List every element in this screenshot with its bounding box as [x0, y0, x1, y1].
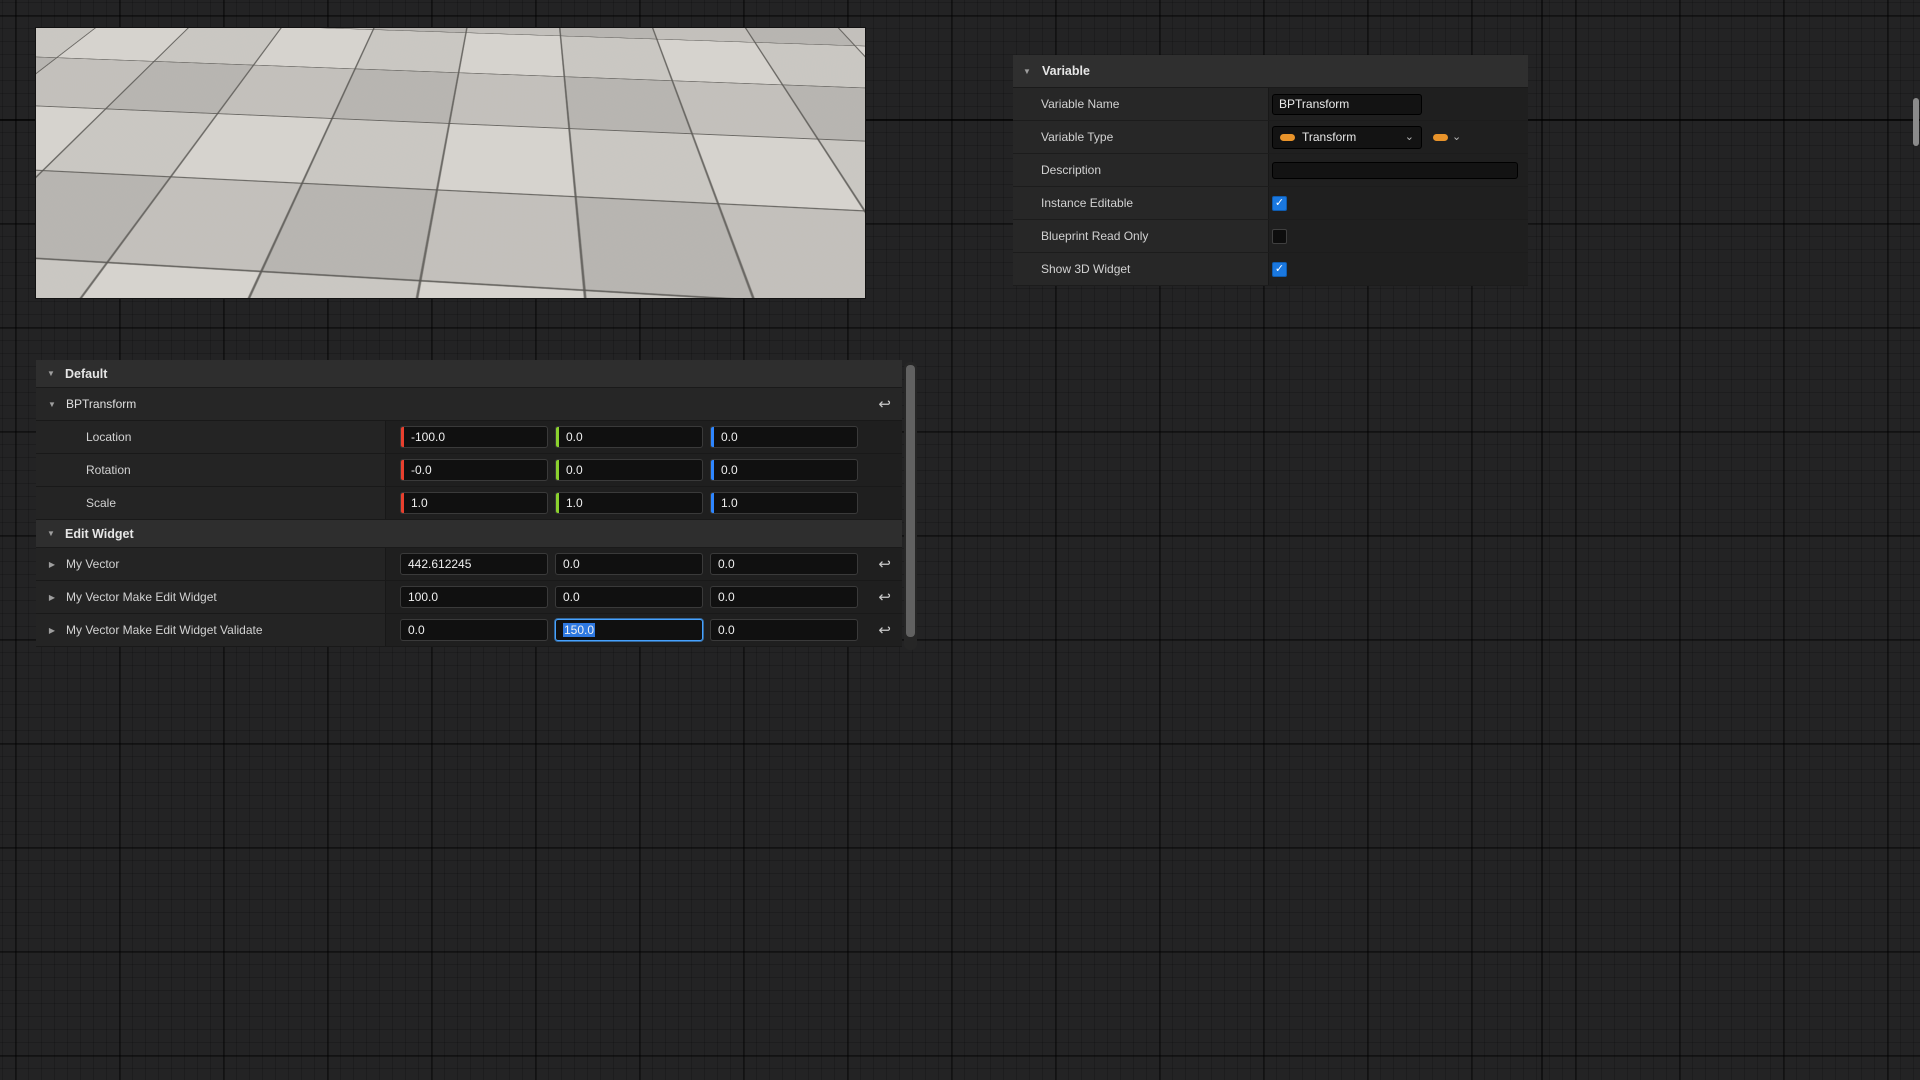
section-header-edit-widget[interactable]: ▼ Edit Widget — [36, 520, 902, 548]
check-icon: ✓ — [1275, 198, 1284, 209]
my-vector-make-edit-widget-validate-x-field[interactable]: 0.0 — [400, 619, 548, 641]
variable-section-title: Variable — [1042, 64, 1090, 78]
my-vector-x-field[interactable]: 442.612245 — [400, 553, 548, 575]
show-3d-widget-label: Show 3D Widget — [1041, 262, 1130, 276]
default-section-title: Default — [65, 367, 107, 381]
revert-to-default-button[interactable]: ↩ — [878, 557, 891, 572]
my-vector-make-edit-widget-z-field[interactable]: 0.0 — [710, 586, 858, 608]
blueprint-read-only-row: Blueprint Read Only ✓ — [1013, 220, 1528, 253]
my-vector-make-edit-widget-label: My Vector Make Edit Widget — [66, 590, 217, 604]
description-label: Description — [1041, 163, 1101, 177]
viewport-preview[interactable]: BPTransform MyVector_MakeEditWidget Exce… — [36, 28, 865, 298]
blueprint-editor-canvas[interactable]: { "colors": { "axis_x": "#e8402e", "axis… — [0, 0, 1920, 1080]
check-icon: ✓ — [1275, 264, 1284, 275]
location-row: Location -100.0 0.0 0.0 — [36, 421, 902, 454]
scale-row: Scale 1.0 1.0 1.0 — [36, 487, 902, 520]
rotation-x-field[interactable]: -0.0 — [400, 459, 548, 481]
rotation-z-field[interactable]: 0.0 — [710, 459, 858, 481]
expander-icon: ▼ — [46, 369, 56, 378]
bptransform-property-label: BPTransform — [66, 397, 136, 411]
show-3d-widget-row: Show 3D Widget ✓ — [1013, 253, 1528, 286]
scale-y-field[interactable]: 1.0 — [555, 492, 703, 514]
my-vector-make-edit-widget-validate-label: My Vector Make Edit Widget Validate — [66, 623, 263, 637]
my-vector-make-edit-widget-validate-row: ▶ My Vector Make Edit Widget Validate 0.… — [36, 614, 902, 647]
variable-type-row: Variable Type Transform ⌄ ⌄ — [1013, 121, 1528, 154]
blueprint-read-only-checkbox[interactable]: ✓ — [1272, 229, 1287, 244]
my-vector-label: My Vector — [66, 557, 119, 571]
variable-type-label: Variable Type — [1041, 130, 1113, 144]
container-type-dropdown[interactable]: ⌄ — [1433, 132, 1461, 143]
rotation-row: Rotation -0.0 0.0 0.0 — [36, 454, 902, 487]
bptransform-struct-row[interactable]: ▼ BPTransform ↩ — [36, 388, 902, 421]
variable-type-value: Transform — [1302, 130, 1398, 144]
location-z-field[interactable]: 0.0 — [710, 426, 858, 448]
my-vector-make-edit-widget-validate-y-field[interactable]: 150.0 — [555, 619, 703, 641]
location-x-field[interactable]: -100.0 — [400, 426, 548, 448]
my-vector-y-field[interactable]: 0.0 — [555, 553, 703, 575]
expander-icon: ▼ — [1022, 67, 1032, 76]
location-y-field[interactable]: 0.0 — [555, 426, 703, 448]
variable-section-header[interactable]: ▼ Variable — [1013, 55, 1528, 88]
expander-icon[interactable]: ▶ — [47, 626, 57, 635]
variable-details-panel: ▼ Variable Variable Name Variable Type T… — [1013, 55, 1528, 286]
revert-to-default-button[interactable]: ↩ — [878, 590, 891, 605]
chevron-down-icon: ⌄ — [1405, 132, 1414, 143]
revert-to-default-button[interactable]: ↩ — [878, 623, 891, 638]
my-vector-make-edit-widget-x-field[interactable]: 100.0 — [400, 586, 548, 608]
container-type-pill-icon — [1433, 134, 1448, 141]
my-vector-make-edit-widget-validate-z-field[interactable]: 0.0 — [710, 619, 858, 641]
graph-origin-line-vertical — [1541, 0, 1543, 1080]
rotation-label: Rotation — [86, 463, 131, 477]
scale-z-field[interactable]: 1.0 — [710, 492, 858, 514]
instance-editable-label: Instance Editable — [1041, 196, 1133, 210]
chevron-down-icon: ⌄ — [1452, 132, 1461, 143]
my-vector-z-field[interactable]: 0.0 — [710, 553, 858, 575]
edit-widget-section-title: Edit Widget — [65, 527, 134, 541]
blueprint-read-only-label: Blueprint Read Only — [1041, 229, 1148, 243]
my-vector-row: ▶ My Vector 442.612245 0.0 0.0 ↩ — [36, 548, 902, 581]
details-panel-scrollbar[interactable] — [904, 362, 917, 650]
variable-type-dropdown[interactable]: Transform ⌄ — [1272, 126, 1422, 149]
transform-type-pill-icon — [1280, 134, 1295, 141]
expander-icon: ▼ — [47, 400, 57, 409]
variable-name-label: Variable Name — [1041, 97, 1119, 111]
my-vector-make-edit-widget-y-field[interactable]: 0.0 — [555, 586, 703, 608]
scrollbar-thumb[interactable] — [906, 365, 915, 637]
expander-icon[interactable]: ▶ — [47, 593, 57, 602]
description-input[interactable] — [1272, 162, 1518, 179]
graph-scrollbar-thumb[interactable] — [1913, 98, 1919, 146]
scale-x-field[interactable]: 1.0 — [400, 492, 548, 514]
defaults-details-panel: ▼ Default ▼ BPTransform ↩ Location -100.… — [36, 360, 902, 647]
variable-name-input[interactable] — [1272, 94, 1422, 115]
description-row: Description — [1013, 154, 1528, 187]
instance-editable-checkbox[interactable]: ✓ — [1272, 196, 1287, 211]
expander-icon[interactable]: ▶ — [47, 560, 57, 569]
scale-label: Scale — [86, 496, 116, 510]
revert-to-default-button[interactable]: ↩ — [878, 397, 891, 412]
rotation-y-field[interactable]: 0.0 — [555, 459, 703, 481]
location-label: Location — [86, 430, 131, 444]
show-3d-widget-checkbox[interactable]: ✓ — [1272, 262, 1287, 277]
section-header-default[interactable]: ▼ Default — [36, 360, 902, 388]
variable-name-row: Variable Name — [1013, 88, 1528, 121]
my-vector-make-edit-widget-row: ▶ My Vector Make Edit Widget 100.0 0.0 0… — [36, 581, 902, 614]
expander-icon: ▼ — [46, 529, 56, 538]
instance-editable-row: Instance Editable ✓ — [1013, 187, 1528, 220]
